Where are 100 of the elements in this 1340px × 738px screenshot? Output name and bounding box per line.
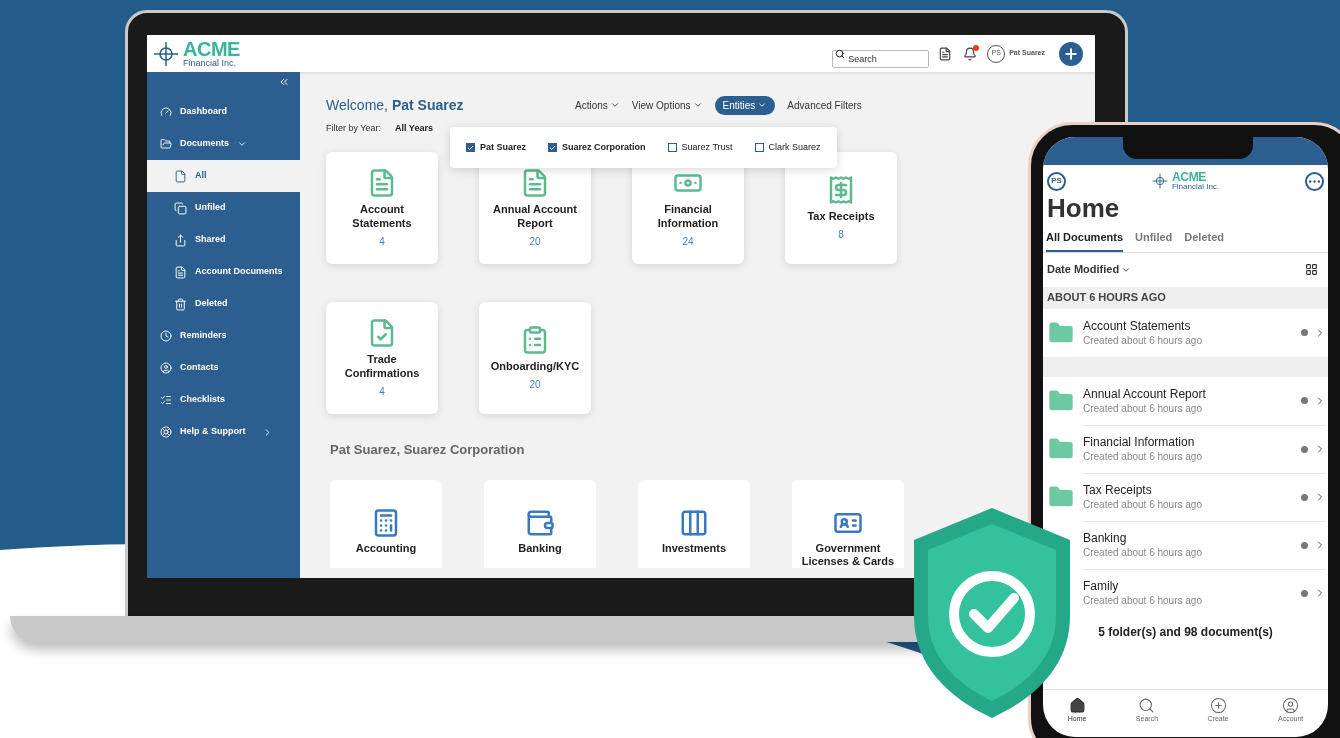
document-count: 20 — [529, 377, 541, 392]
checkbox[interactable] — [754, 143, 764, 152]
check-icon — [549, 143, 557, 152]
category-title: Accounting — [355, 541, 417, 555]
category-title: Tax Receipts — [807, 208, 875, 223]
category-card[interactable]: Onboarding/KYC 20 — [479, 302, 591, 414]
sidebar-item[interactable]: Deleted — [147, 288, 300, 320]
entity-label[interactable]: Suarez Corporation — [562, 140, 646, 155]
folder-name: Banking — [1083, 531, 1128, 546]
clock-icon — [160, 330, 172, 342]
chevron-down-icon — [609, 100, 620, 110]
sidebar-item[interactable]: Contacts — [147, 352, 300, 384]
tab[interactable]: Deleted — [1184, 229, 1225, 252]
folder-subtitle: Created about 6 hours ago — [1083, 333, 1203, 347]
category-title: Banking — [518, 541, 562, 555]
compass-logo-icon — [153, 40, 179, 67]
check-icon — [467, 143, 474, 152]
category-title: Government Licenses & Cards — [800, 541, 896, 568]
search-icon — [1138, 696, 1156, 714]
home-icon — [1068, 696, 1086, 714]
checkbox[interactable] — [548, 143, 558, 152]
folder-row[interactable]: Tax Receipts Created about 6 hours ago — [1083, 472, 1326, 521]
search-field[interactable]: Search — [832, 49, 930, 68]
trash-icon — [174, 297, 187, 311]
lifebuoy-icon — [160, 426, 172, 438]
category-title: Onboarding/KYC — [490, 358, 580, 373]
sidebar-item[interactable]: Account Documents — [147, 256, 300, 288]
folder-subtitle: Created about 6 hours ago — [1083, 450, 1203, 463]
logo-tagline: Financial Inc. — [1171, 183, 1220, 191]
document-count: 8 — [838, 227, 844, 242]
tab[interactable]: All Documents — [1046, 229, 1123, 252]
category-card[interactable]: Investments — [638, 479, 750, 568]
folder-icon — [160, 138, 172, 150]
folder-subtitle: Created about 6 hours ago — [1083, 401, 1203, 415]
folder-subtitle: Created about 6 hours ago — [1083, 498, 1203, 511]
chevron-down-icon — [692, 100, 703, 110]
plus-circle-icon — [1209, 696, 1227, 714]
welcome-heading: Welcome, Pat Suarez — [326, 95, 465, 115]
folder-subtitle: Created about 6 hours ago — [1083, 546, 1203, 559]
folder-row[interactable]: Family Created about 6 hours ago — [1083, 568, 1326, 617]
entity-label[interactable]: Clark Suarez — [768, 140, 821, 155]
group-header: ABOUT 6 HOURS AGO — [1043, 286, 1328, 309]
checkbox[interactable] — [466, 143, 475, 152]
checkbox[interactable] — [667, 143, 677, 152]
category-title: Account Statements — [351, 201, 413, 230]
summary-text: 5 folder(s) and 98 document(s) — [1097, 623, 1274, 641]
document-count: 24 — [682, 234, 694, 249]
tab[interactable]: Unfiled — [1135, 229, 1173, 252]
toolbar-dropdown[interactable]: View Options — [631, 95, 703, 115]
category-card[interactable]: Accounting — [330, 479, 442, 568]
document-count: 4 — [379, 234, 385, 249]
sidebar-item[interactable]: Shared — [147, 224, 300, 256]
bell-icon[interactable] — [963, 46, 978, 61]
sidebar-item[interactable]: All — [147, 160, 300, 192]
entity-label[interactable]: Pat Suarez — [480, 140, 527, 155]
category-title: Trade Confirmations — [343, 351, 421, 380]
category-card[interactable]: Tax Receipts 8 — [785, 152, 897, 264]
toolbar-dropdown[interactable]: Entities — [714, 95, 776, 115]
section-heading: Pat Suarez, Suarez Corporation — [330, 441, 525, 459]
sort-dropdown[interactable]: Date Modified — [1047, 261, 1132, 278]
entity-label[interactable]: Suarez Trust — [681, 140, 733, 155]
more-icon[interactable] — [1305, 171, 1324, 191]
folder-row[interactable]: Financial Information Created about 6 hours ago — [1083, 424, 1326, 473]
category-card[interactable]: Government Licenses & Cards — [792, 479, 904, 568]
sidebar-item[interactable]: Help & Support — [147, 416, 300, 448]
category-title: Investments — [661, 541, 727, 555]
sidebar-item[interactable]: Dashboard — [147, 96, 300, 128]
plus-icon — [1063, 45, 1079, 62]
filter-label: Filter by Year: — [326, 122, 382, 136]
document-count: 4 — [379, 384, 385, 399]
folder-name: Tax Receipts — [1083, 483, 1153, 498]
folder-name: Financial Information — [1083, 435, 1196, 450]
chevron-down-icon — [757, 100, 768, 110]
user-avatar[interactable]: PS — [1047, 171, 1066, 191]
logo-wordmark: ACME — [1171, 171, 1208, 183]
category-card[interactable]: Banking — [484, 479, 596, 568]
document-icon[interactable] — [938, 46, 953, 61]
collapse-icon[interactable] — [278, 76, 290, 88]
category-title: Financial Information — [656, 201, 720, 230]
sidebar-item[interactable]: Checklists — [147, 384, 300, 416]
category-card[interactable]: Trade Confirmations 4 — [326, 302, 438, 414]
advanced-filters-link[interactable]: Advanced Filters — [787, 95, 862, 115]
folder-row[interactable]: Annual Account Report Created about 6 hours ago — [1083, 376, 1326, 425]
user-circle-icon — [1282, 696, 1300, 714]
toolbar-dropdown[interactable]: Actions — [575, 95, 620, 115]
filter-value[interactable]: All Years — [395, 122, 433, 136]
folder-row[interactable]: Account Statements Created about 6 hours ago — [1083, 308, 1326, 357]
add-button[interactable] — [1059, 41, 1083, 66]
category-title: Annual Account Report — [492, 201, 578, 230]
category-card[interactable]: Account Statements 4 — [326, 152, 438, 264]
sidebar-item[interactable]: Unfiled — [147, 192, 300, 224]
compass-logo-icon — [1151, 173, 1168, 189]
sidebar-item[interactable]: Reminders — [147, 320, 300, 352]
folder-row[interactable]: Banking Created about 6 hours ago — [1083, 520, 1326, 569]
page-title: Home — [1046, 192, 1121, 225]
copy-icon — [174, 201, 187, 215]
document-count: 20 — [529, 234, 541, 249]
checklist-icon — [160, 394, 172, 406]
grid-view-icon[interactable] — [1305, 263, 1318, 276]
sidebar-item[interactable]: Documents — [147, 128, 300, 160]
